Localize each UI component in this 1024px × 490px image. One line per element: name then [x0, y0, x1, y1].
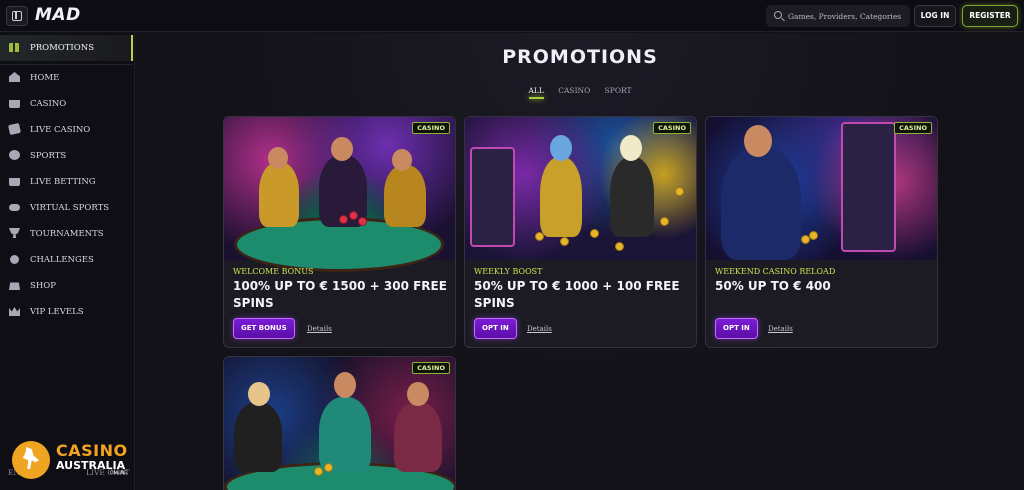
watermark-logo: CASINO AUSTRALIA ONLINE	[12, 440, 132, 480]
filter-tabs: ALL CASINO SPORT	[136, 86, 1024, 99]
gift-icon	[9, 41, 19, 52]
sidebar-item-sports[interactable]: SPORTS	[0, 145, 133, 167]
top-bar: MAD LOG IN REGISTER	[0, 0, 1024, 32]
opt-in-button[interactable]: OPT IN	[474, 318, 517, 339]
sidebar-toggle-icon[interactable]	[6, 6, 28, 26]
tv-icon	[9, 178, 20, 186]
sidebar-item-tournaments[interactable]: TOURNAMENTS	[0, 223, 133, 245]
tab-sport[interactable]: SPORT	[605, 86, 632, 99]
details-link[interactable]: Details	[527, 325, 552, 333]
promo-subtitle: WEEKLY BOOST	[474, 267, 543, 276]
crown-icon	[9, 307, 20, 316]
sidebar-item-shop[interactable]: SHOP	[0, 275, 133, 297]
category-badge: CASINO	[894, 122, 932, 134]
sidebar-item-live-casino[interactable]: LIVE CASINO	[0, 119, 133, 141]
page-title: PROMOTIONS	[502, 46, 658, 68]
football-icon	[9, 150, 20, 160]
sidebar-item-vip-levels[interactable]: VIP LEVELS	[0, 301, 133, 323]
slot-machine-icon	[9, 100, 20, 108]
details-link[interactable]: Details	[768, 325, 793, 333]
sidebar-divider	[0, 64, 133, 65]
login-button[interactable]: LOG IN	[914, 5, 956, 27]
promo-card-welcome-bonus[interactable]: CASINO WELCOME BONUS 100% UP TO € 1500 +…	[223, 116, 456, 348]
medal-icon	[10, 255, 19, 264]
cards-icon	[8, 122, 21, 136]
home-icon	[9, 72, 20, 82]
get-bonus-button[interactable]: GET BONUS	[233, 318, 295, 339]
category-badge: CASINO	[653, 122, 691, 134]
tab-all[interactable]: ALL	[528, 86, 545, 99]
promo-title: 100% UP TO € 1500 + 300 FREE SPINS	[233, 279, 447, 310]
shopping-bag-icon	[9, 282, 20, 290]
watermark-line1: CASINO	[56, 441, 128, 460]
promo-subtitle: WEEKEND CASINO RELOAD	[715, 267, 836, 276]
sidebar-item-label: CHALLENGES	[30, 255, 94, 265]
gamepad-icon	[9, 204, 20, 211]
kangaroo-icon	[12, 441, 50, 479]
promo-card-weekend-reload[interactable]: CASINO WEEKEND CASINO RELOAD 50% UP TO €…	[705, 116, 938, 348]
promo-image-slot-coins	[465, 117, 696, 260]
promo-image-poker-table	[224, 117, 455, 272]
sidebar-item-label: TOURNAMENTS	[30, 229, 104, 239]
promo-card-casino[interactable]: CASINO	[223, 356, 456, 490]
watermark-line3: ONLINE	[110, 471, 127, 476]
sidebar-item-label: CASINO	[30, 99, 67, 109]
promo-image-poker-group	[224, 357, 455, 490]
promo-subtitle: WELCOME BONUS	[233, 267, 314, 276]
sidebar-item-label: PROMOTIONS	[30, 43, 95, 53]
sidebar-item-home[interactable]: HOME	[0, 67, 133, 89]
main-content: PROMOTIONS ALL CASINO SPORT CASINO WELCO…	[136, 33, 1024, 490]
sidebar-item-label: LIVE BETTING	[30, 177, 96, 187]
category-badge: CASINO	[412, 362, 450, 374]
search-icon	[774, 11, 782, 19]
sidebar-item-label: SPORTS	[30, 151, 67, 161]
sidebar-item-label: VIRTUAL SPORTS	[30, 203, 110, 213]
sidebar-item-virtual-sports[interactable]: VIRTUAL SPORTS	[0, 197, 133, 219]
sidebar-item-casino[interactable]: CASINO	[0, 93, 133, 115]
promo-card-weekly-boost[interactable]: CASINO WEEKLY BOOST 50% UP TO € 1000 + 1…	[464, 116, 697, 348]
promo-title: 50% UP TO € 1000 + 100 FREE SPINS	[474, 279, 680, 310]
sidebar-item-live-betting[interactable]: LIVE BETTING	[0, 171, 133, 193]
site-logo[interactable]: MAD	[35, 5, 81, 25]
sidebar-item-challenges[interactable]: CHALLENGES	[0, 249, 133, 271]
promo-title: 50% UP TO € 400	[715, 279, 831, 293]
sidebar-item-label: SHOP	[30, 281, 56, 291]
register-button[interactable]: REGISTER	[962, 5, 1018, 27]
search-input[interactable]	[788, 8, 906, 24]
details-link[interactable]: Details	[307, 325, 332, 333]
sidebar-item-label: LIVE CASINO	[30, 125, 91, 135]
sidebar-item-label: HOME	[30, 73, 60, 83]
search-box[interactable]	[766, 5, 910, 27]
sidebar-item-label: VIP LEVELS	[30, 307, 84, 317]
trophy-icon	[9, 228, 20, 238]
sidebar: PROMOTIONS HOME CASINO LIVE CASINO SPORT…	[0, 33, 135, 490]
tab-casino[interactable]: CASINO	[558, 86, 590, 99]
promo-image-slot-winner	[706, 117, 937, 260]
sidebar-item-promotions[interactable]: PROMOTIONS	[0, 35, 133, 61]
opt-in-button[interactable]: OPT IN	[715, 318, 758, 339]
category-badge: CASINO	[412, 122, 450, 134]
